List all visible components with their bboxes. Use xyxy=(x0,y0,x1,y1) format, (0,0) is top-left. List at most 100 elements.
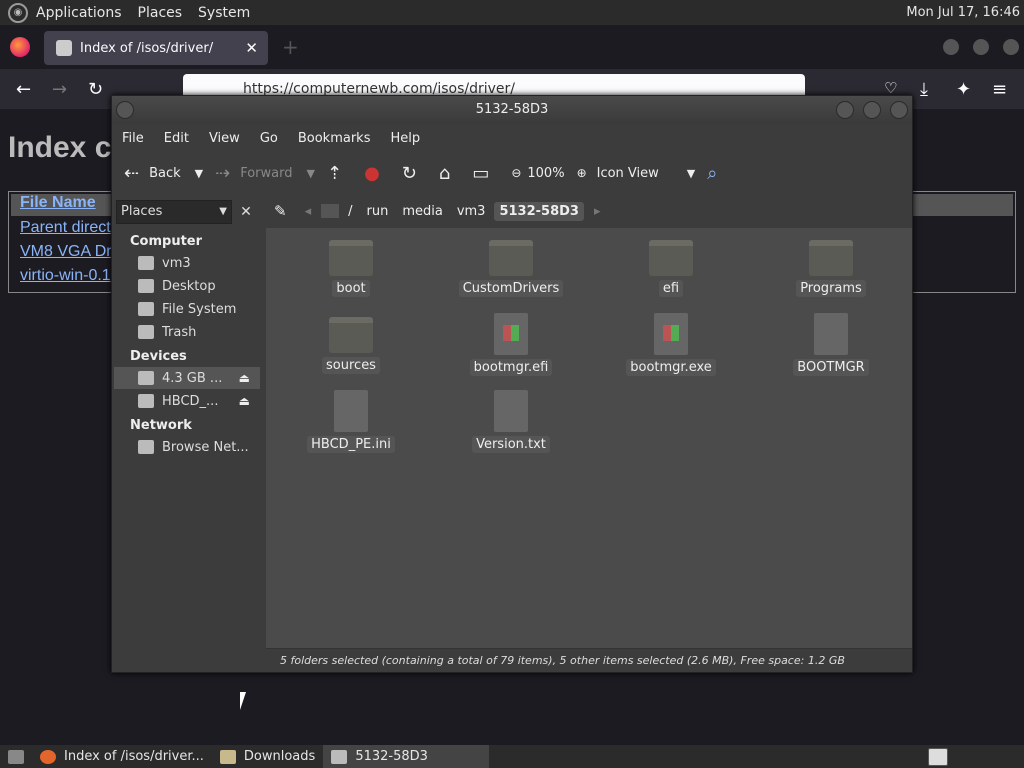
path-crumb-media[interactable]: media xyxy=(397,202,448,221)
back-arrow-icon: ⇠ xyxy=(124,162,140,184)
close-sidebar-icon[interactable]: ✕ xyxy=(234,200,258,224)
path-root-icon[interactable] xyxy=(321,204,340,218)
sidebar-item-trash[interactable]: Trash xyxy=(138,321,260,343)
sidebar-type-label: Places xyxy=(121,204,163,219)
sidebar-section-network: Network xyxy=(130,418,192,433)
file-item-version-txt[interactable]: Version.txt xyxy=(441,390,581,453)
file-icon xyxy=(814,313,848,355)
table-row-link[interactable]: Parent directo xyxy=(20,219,120,237)
drive-icon xyxy=(331,749,348,764)
page-heading: Index c xyxy=(8,131,112,164)
zoom-out-button[interactable]: ⊖ 100% xyxy=(511,166,564,181)
distro-logo-icon[interactable]: ◉ xyxy=(8,2,28,23)
menu-view[interactable]: View xyxy=(199,131,250,146)
browser-tab[interactable]: Index of /isos/driver/ ✕ xyxy=(44,31,268,65)
workspace-switcher[interactable] xyxy=(920,745,964,768)
close-button[interactable] xyxy=(890,101,908,119)
file-item-efi[interactable]: efi xyxy=(601,240,741,297)
file-item-boot[interactable]: boot xyxy=(281,240,421,297)
system-menu[interactable]: System xyxy=(190,5,258,21)
menu-bookmarks[interactable]: Bookmarks xyxy=(288,131,381,146)
back-arrow-icon[interactable]: ← xyxy=(16,79,31,100)
forward-dropdown-icon[interactable]: ▼ xyxy=(307,167,315,180)
clock[interactable]: Mon Jul 17, 16:46 xyxy=(906,5,1024,20)
minimize-button[interactable] xyxy=(836,101,854,119)
stop-button[interactable]: ● xyxy=(364,163,390,184)
minimize-button[interactable] xyxy=(943,39,959,55)
sidebar-item-device-4gb[interactable]: 4.3 GB ... ⏏ xyxy=(114,367,260,389)
file-name-column-header[interactable]: File Name xyxy=(20,194,96,212)
back-dropdown-icon[interactable]: ▼ xyxy=(195,167,203,180)
menu-edit[interactable]: Edit xyxy=(154,131,199,146)
menubar: File Edit View Go Bookmarks Help xyxy=(112,124,912,152)
task-downloads[interactable]: Downloads xyxy=(212,745,323,768)
view-mode-dropdown-icon[interactable]: ▼ xyxy=(687,167,695,180)
folder-icon xyxy=(809,240,853,276)
sidebar-item-file-system[interactable]: File System xyxy=(138,298,260,320)
file-item-hbcd-pe-ini[interactable]: HBCD_PE.ini xyxy=(281,390,421,453)
new-tab-icon[interactable]: + xyxy=(282,35,299,59)
edit-location-icon[interactable]: ✎ xyxy=(274,202,287,220)
hamburger-menu-icon[interactable]: ≡ xyxy=(992,79,1007,100)
computer-button[interactable]: ▭ xyxy=(472,163,499,184)
path-crumb-vm3[interactable]: vm3 xyxy=(452,202,491,221)
up-arrow-icon: ⇡ xyxy=(326,162,343,184)
back-button[interactable]: ⇠ Back ▼ xyxy=(124,163,203,184)
show-desktop-button[interactable] xyxy=(0,745,32,768)
search-button[interactable]: ⌕ xyxy=(707,163,727,184)
firefox-icon xyxy=(40,749,56,764)
reload-button[interactable]: ↻ xyxy=(402,163,427,184)
forward-label: Forward xyxy=(240,165,293,181)
table-row-link[interactable]: VM8 VGA Dr xyxy=(20,243,112,261)
forward-arrow-icon: ⇢ xyxy=(215,162,231,184)
task-firefox[interactable]: Index of /isos/driver... xyxy=(32,745,212,768)
sidebar-item-desktop[interactable]: Desktop xyxy=(138,275,260,297)
up-button[interactable]: ⇡ xyxy=(327,163,352,184)
places-menu[interactable]: Places xyxy=(130,5,191,21)
close-button[interactable] xyxy=(1003,39,1019,55)
extensions-icon[interactable]: ✦ xyxy=(956,79,971,100)
file-item-bootmgr-efi[interactable]: bootmgr.efi xyxy=(441,313,581,376)
forward-button[interactable]: ⇢ Forward ▼ xyxy=(215,163,315,184)
forward-arrow-icon[interactable]: → xyxy=(52,79,67,100)
file-item-programs[interactable]: Programs xyxy=(761,240,901,297)
file-item-customdrivers[interactable]: CustomDrivers xyxy=(441,240,581,297)
eject-icon[interactable]: ⏏ xyxy=(239,371,250,385)
applications-menu[interactable]: Applications xyxy=(28,5,130,21)
reload-icon[interactable]: ↻ xyxy=(88,79,103,100)
maximize-button[interactable] xyxy=(863,101,881,119)
sidebar-item-vm3[interactable]: vm3 xyxy=(138,252,260,274)
view-mode-label: Icon View xyxy=(596,165,659,181)
menu-go[interactable]: Go xyxy=(250,131,288,146)
home-button[interactable]: ⌂ xyxy=(439,163,460,184)
path-crumb-root[interactable]: / xyxy=(343,202,357,221)
table-row-link[interactable]: virtio-win-0.1 xyxy=(20,267,111,285)
firefox-icon[interactable] xyxy=(10,37,30,57)
path-scroll-left-icon[interactable]: ◂ xyxy=(305,204,312,219)
toolbar: ⇠ Back ▼ ⇢ Forward ▼ ⇡ ● ↻ ⌂ ▭ ⊖ 100% ⊕ … xyxy=(112,152,912,194)
path-crumb-run[interactable]: run xyxy=(362,202,394,221)
menu-file[interactable]: File xyxy=(112,131,154,146)
path-scroll-right-icon[interactable]: ▸ xyxy=(594,204,601,219)
eject-icon[interactable]: ⏏ xyxy=(239,394,250,408)
sidebar-item-browse-network[interactable]: Browse Net... xyxy=(138,436,260,458)
maximize-button[interactable] xyxy=(973,39,989,55)
menu-help[interactable]: Help xyxy=(380,131,430,146)
window-titlebar[interactable]: 5132-58D3 xyxy=(112,96,912,124)
sidebar-type-combo[interactable]: Places ▼ xyxy=(116,200,232,224)
file-item-bootmgr[interactable]: BOOTMGR xyxy=(761,313,901,376)
window-menu-button[interactable] xyxy=(116,101,134,119)
sidebar-section-devices: Devices xyxy=(130,349,187,364)
reload-icon: ↻ xyxy=(401,162,417,184)
desktop-icon xyxy=(138,279,154,293)
drive-icon xyxy=(138,394,154,408)
file-item-bootmgr-exe[interactable]: bootmgr.exe xyxy=(601,313,741,376)
zoom-in-button[interactable]: ⊕ Icon View ▼ xyxy=(577,166,696,181)
path-crumb-current[interactable]: 5132-58D3 xyxy=(494,201,584,221)
file-item-sources[interactable]: sources xyxy=(281,317,421,374)
sidebar-item-device-hbcd[interactable]: HBCD_... ⏏ xyxy=(138,390,260,412)
tab-close-icon[interactable]: ✕ xyxy=(245,39,258,57)
downloads-icon[interactable]: ⤓ xyxy=(920,79,928,100)
zoom-out-icon: ⊖ xyxy=(511,166,522,180)
task-file-manager[interactable]: 5132-58D3 xyxy=(323,745,490,768)
